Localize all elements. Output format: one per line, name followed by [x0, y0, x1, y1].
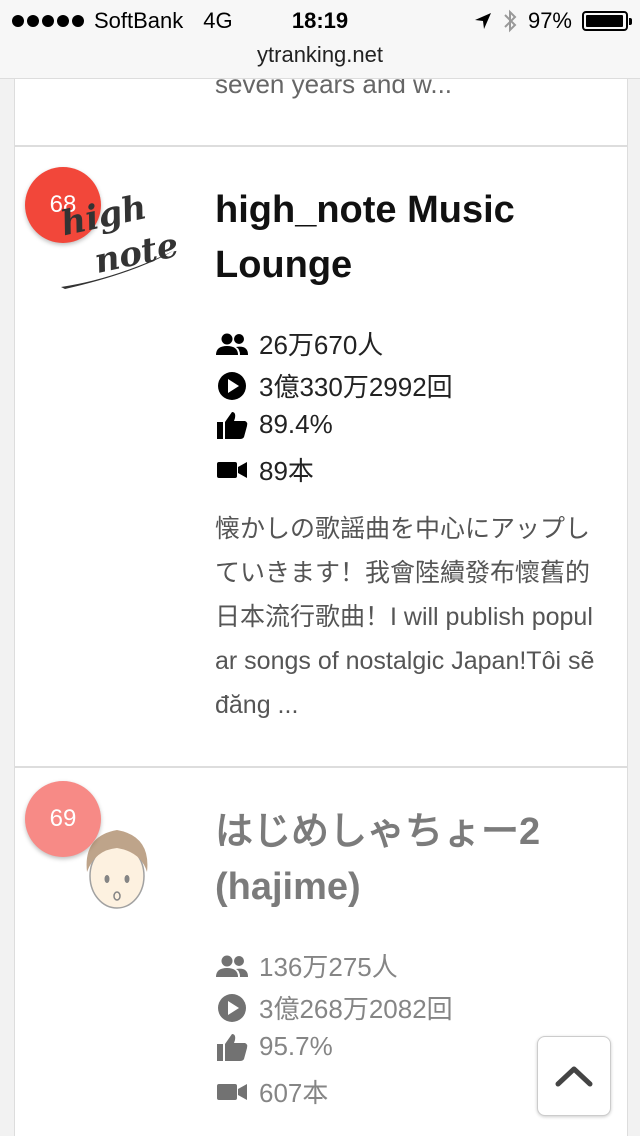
play-circle-icon [215, 371, 249, 401]
video-camera-icon [215, 1077, 249, 1107]
url-text: ytranking.net [257, 42, 383, 67]
thumbs-up-icon [215, 410, 249, 440]
status-right: 97% [474, 8, 632, 34]
thumbs-up-icon [215, 1032, 249, 1062]
chevron-up-icon [555, 1066, 593, 1087]
card-divider [15, 766, 627, 768]
likes-stat: 89.4% [215, 409, 333, 440]
subscriber-count: 136万275人 [259, 952, 398, 982]
rank-number: 69 [49, 805, 77, 832]
subscribers-stat: 136万275人 [215, 947, 398, 984]
card-divider [15, 145, 627, 147]
videos-stat: 607本 [215, 1073, 328, 1110]
view-count: 3億330万2992回 [259, 372, 453, 402]
like-ratio: 95.7% [259, 1031, 333, 1061]
view-count: 3億268万2082回 [259, 994, 453, 1024]
video-count: 607本 [259, 1078, 329, 1108]
channel-avatar[interactable] [81, 824, 153, 919]
like-ratio: 89.4% [259, 409, 333, 439]
subscriber-count: 26万670人 [259, 330, 384, 360]
channel-logo[interactable]: high note [55, 189, 180, 299]
likes-stat: 95.7% [215, 1031, 333, 1062]
views-stat: 3億330万2992回 [215, 367, 453, 404]
previous-card-description: seven years and w... [215, 79, 453, 99]
views-stat: 3億268万2082回 [215, 989, 453, 1026]
channel-description: 懐かしの歌謡曲を中心にアップしていきます！我會陸續發布懷舊的日本流行歌曲！I w… [215, 515, 595, 719]
play-circle-icon [215, 993, 249, 1023]
video-count: 89本 [259, 456, 314, 486]
people-icon [215, 951, 249, 981]
ranking-list: seven years and w... 68 high note high_n… [14, 79, 628, 1136]
channel-title[interactable]: はじめしゃちょー2 (hajime) [215, 805, 595, 915]
videos-stat: 89本 [215, 451, 314, 488]
bluetooth-icon [504, 9, 517, 33]
people-icon [215, 329, 249, 359]
battery-icon [582, 11, 632, 31]
location-arrow-icon [474, 13, 491, 29]
address-bar[interactable]: ytranking.net [0, 40, 640, 79]
video-camera-icon [215, 455, 249, 485]
channel-title[interactable]: high_note Music Lounge [215, 183, 595, 293]
battery-fill [586, 15, 623, 27]
status-bar: SoftBank 4G 18:19 97% [0, 0, 640, 40]
battery-percent: 97% [527, 8, 572, 33]
subscribers-stat: 26万670人 [215, 325, 383, 362]
scroll-to-top-button[interactable] [537, 1036, 611, 1116]
